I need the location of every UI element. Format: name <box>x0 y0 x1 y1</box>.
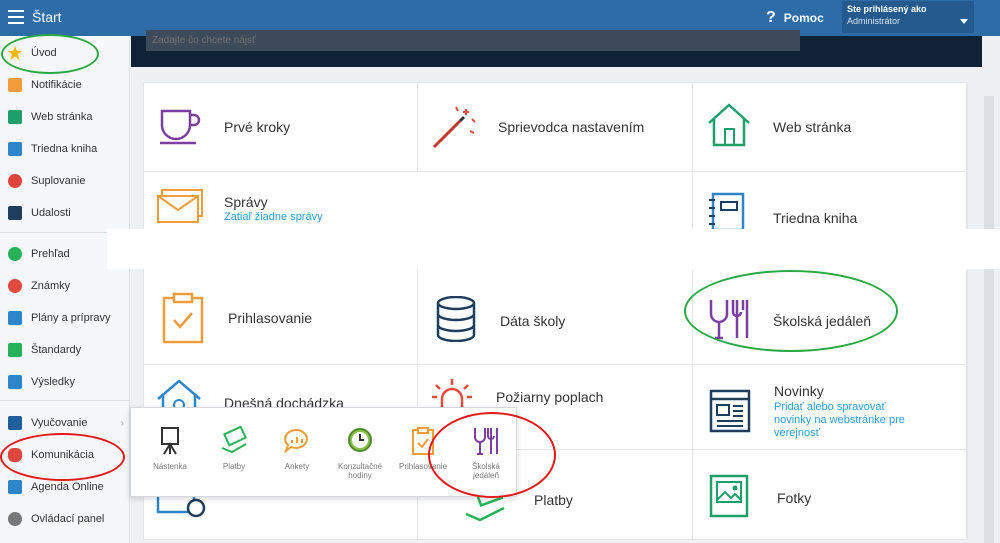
sidebar-item-label: Vyučovanie <box>31 417 88 429</box>
tile-label: Prihlasovanie <box>228 310 313 326</box>
scrollbar[interactable] <box>984 96 994 543</box>
sidebar-item-znamky[interactable]: Známky <box>0 271 130 301</box>
sidebar-item-web-stranka[interactable]: Web stránka <box>0 102 130 132</box>
check-icon <box>8 247 22 261</box>
sidebar-item-label: Ovládací panel <box>31 513 105 525</box>
help-label: Pomoc <box>783 11 824 25</box>
cup-icon <box>160 109 201 145</box>
popup-item-label: Konzultačné hodiny <box>337 462 383 480</box>
pen-icon <box>8 480 22 494</box>
highlight-ring-red <box>428 412 556 498</box>
sidebar-item-label: Suplovanie <box>31 175 86 187</box>
highlight-ring-green <box>1 34 99 74</box>
popup-item-label: Platby <box>222 462 246 471</box>
tile-label: Novinky <box>774 383 824 399</box>
sidebar-item-label: Prehľad <box>31 248 70 260</box>
popup-item-konzultacne[interactable]: Konzultačné hodiny <box>333 426 387 480</box>
grade-icon <box>8 279 22 293</box>
briefcase-icon <box>8 311 22 325</box>
sidebar-item-label: Známky <box>31 280 71 292</box>
tile-novinky[interactable]: Novinky Pridať alebo spravovať novinky n… <box>693 365 967 450</box>
tile-label: Triedna kniha <box>773 210 858 226</box>
board-icon <box>161 427 179 455</box>
app-title: Štart <box>32 9 62 25</box>
tile-label: Sprievodca nastavením <box>498 119 645 135</box>
overlay-band <box>107 229 1000 269</box>
tile-label: Správy <box>224 194 268 210</box>
tile-sublabel[interactable]: Pridať alebo spravovať novinky na webstr… <box>774 401 924 440</box>
help-button[interactable]: ? Pomoc <box>766 9 824 27</box>
chevron-right-icon: › <box>120 417 124 429</box>
tile-fotky[interactable]: Fotky <box>693 450 967 540</box>
sidebar-item-label: Výsledky <box>31 376 76 388</box>
envelope-icon <box>157 189 203 223</box>
user-menu[interactable]: Ste prihlásený ako Administrátor <box>842 1 974 33</box>
chevron-down-icon <box>960 19 968 24</box>
tile-label: Prvé kroky <box>224 119 291 135</box>
sidebar-item-vysledky[interactable]: Výsledky <box>0 367 130 397</box>
newspaper-icon <box>709 389 751 433</box>
tile-web-stranka[interactable]: Web stránka <box>693 83 967 172</box>
clipboard-icon <box>162 292 204 344</box>
house-icon <box>8 110 22 124</box>
sidebar-item-triedna-kniha[interactable]: Triedna kniha <box>0 134 130 164</box>
tile-sprievodca[interactable]: Sprievodca nastavením <box>418 83 693 172</box>
sidebar-item-udalosti[interactable]: Udalosti <box>0 198 130 228</box>
notebook-icon <box>709 192 745 232</box>
popup-item-ankety[interactable]: Ankety <box>270 426 324 471</box>
sidebar-item-notifikacie[interactable]: Notifikácie <box>0 70 130 100</box>
sidebar-item-ovladaci-panel[interactable]: Ovládací panel <box>0 504 130 534</box>
teaching-icon <box>8 416 22 430</box>
sidebar-item-label: Web stránka <box>31 111 93 123</box>
sidebar-item-suplovanie[interactable]: Suplovanie <box>0 166 130 196</box>
user-role: Administrátor <box>847 16 901 26</box>
book-icon <box>8 142 22 156</box>
user-line1: Ste prihlásený ako <box>847 4 927 14</box>
question-icon: ? <box>766 9 776 26</box>
search-input[interactable] <box>146 30 800 51</box>
tile-data-skoly[interactable]: Dáta školy <box>418 270 693 365</box>
clock-icon <box>348 428 372 452</box>
tile-label: Dáta školy <box>500 313 566 329</box>
sidebar-item-label: Udalosti <box>31 207 71 219</box>
tile-triedna-kniha[interactable]: Triedna kniha <box>693 172 967 232</box>
tile-label: Požiarny poplach <box>496 389 604 405</box>
tile-prve-kroky[interactable]: Prvé kroky <box>144 83 418 172</box>
gear-icon <box>8 512 22 526</box>
popup-item-label: Nástenka <box>153 462 187 471</box>
sidebar-item-label: Agenda Online <box>31 481 104 493</box>
popup-item-platby[interactable]: Platby <box>207 426 261 471</box>
highlight-ring-green <box>684 270 898 352</box>
shield-icon <box>8 343 22 357</box>
sidebar-item-label: Plány a prípravy <box>31 312 111 324</box>
calendar-icon <box>8 206 22 220</box>
sidebar-item-standardy[interactable]: Štandardy <box>0 335 130 365</box>
sidebar-divider <box>0 400 130 401</box>
sidebar-item-label: Triedna kniha <box>31 143 98 155</box>
person-icon <box>8 174 22 188</box>
tile-label: Fotky <box>777 490 812 506</box>
popup-item-nastenka[interactable]: Nástenka <box>143 426 197 471</box>
magic-wand-icon <box>432 106 476 149</box>
popup-item-label: Ankety <box>284 462 310 471</box>
mail-icon <box>8 78 22 92</box>
highlight-ring-red <box>0 433 125 481</box>
bar-chart-icon <box>8 375 22 389</box>
sidebar-item-label: Notifikácie <box>31 79 82 91</box>
sidebar-item-label: Štandardy <box>31 344 82 356</box>
house-icon <box>708 103 750 147</box>
tile-label: Platby <box>534 492 573 508</box>
database-icon <box>436 296 476 342</box>
menu-icon[interactable] <box>8 10 24 24</box>
tile-spravy[interactable]: Správy Zatiaľ žiadne správy <box>144 172 693 230</box>
money-icon <box>221 426 248 454</box>
poll-icon <box>283 428 308 454</box>
photo-icon <box>709 474 749 518</box>
tile-label: Web stránka <box>773 119 852 135</box>
tile-prihlasovanie[interactable]: Prihlasovanie <box>144 270 418 365</box>
tile-sublabel[interactable]: Zatiaľ žiadne správy <box>224 211 323 224</box>
sidebar-item-plany[interactable]: Plány a prípravy <box>0 303 130 333</box>
